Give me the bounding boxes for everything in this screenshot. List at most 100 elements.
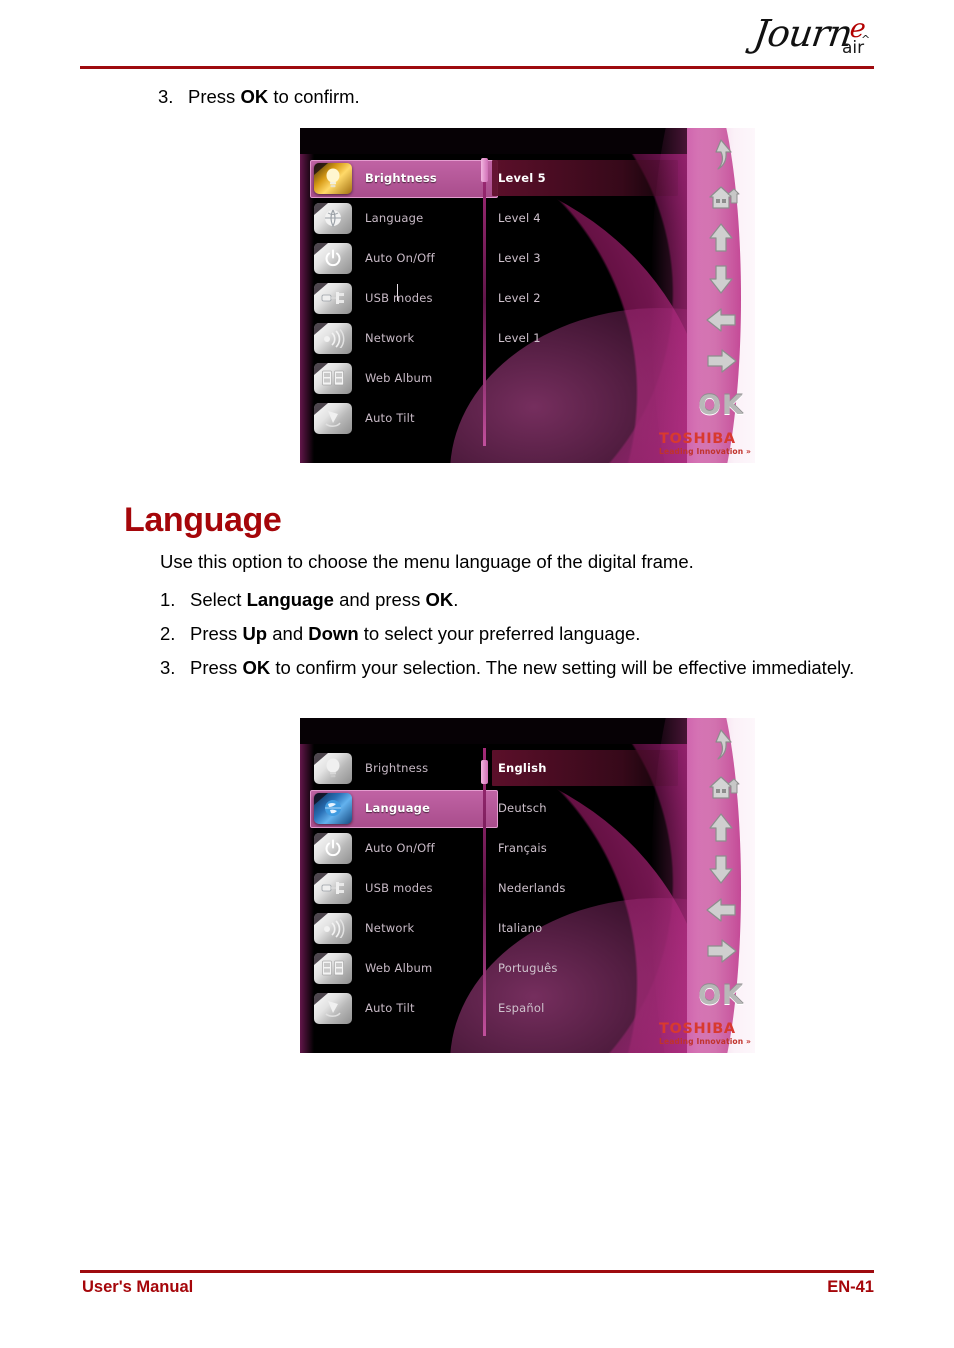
step-press-ok-confirm: 3. Press OK to confirm.: [158, 86, 360, 108]
value-item-label: Français: [498, 841, 547, 855]
menu-item-network[interactable]: Network: [308, 318, 498, 358]
ok-button-label[interactable]: OK: [698, 980, 744, 1011]
back-arrow-glyph: [715, 729, 732, 760]
menu-item-auto-on-off[interactable]: Auto On/Off: [308, 238, 498, 278]
menu-item-auto-tilt[interactable]: Auto Tilt: [308, 988, 498, 1028]
device-nav-panel: OK TOSHIBA Leading Innovation »: [651, 128, 755, 463]
icon-corner-fold: [314, 242, 328, 255]
power-icon: [314, 832, 352, 864]
up-arrow-icon[interactable]: [698, 218, 744, 258]
step-text: and press: [333, 589, 426, 610]
step-bold-down: Down: [308, 623, 359, 644]
ok-button-label[interactable]: OK: [698, 390, 744, 421]
menu-item-label: Network: [365, 331, 415, 345]
power-icon: [314, 242, 352, 274]
footer-manual-label: User's Manual: [82, 1278, 194, 1296]
value-item-label: Italiano: [498, 921, 543, 935]
globe-icon: [314, 792, 352, 824]
brand-sub-accent-mark: ^: [861, 33, 871, 46]
menu-item-network[interactable]: Network: [308, 908, 498, 948]
right-arrow-icon[interactable]: [698, 341, 744, 381]
device-menu-list: Brightness Language Auto On/Off USB mode…: [308, 748, 498, 1028]
value-item-label: English: [498, 761, 547, 775]
toshiba-wordmark: TOSHIBA: [659, 431, 736, 447]
step-2-press-up-down: 2. Press Up and Down to select your prefe…: [160, 622, 880, 645]
value-item-label: Level 2: [498, 291, 541, 305]
down-arrow-icon[interactable]: [698, 849, 744, 889]
left-arrow-icon[interactable]: [698, 890, 744, 930]
scroll-position-knob[interactable]: [481, 760, 488, 784]
icon-corner-fold: [314, 162, 328, 175]
value-item-label: Level 5: [498, 171, 546, 185]
menu-item-brightness[interactable]: Brightness: [308, 158, 498, 198]
right-arrow-icon[interactable]: [698, 931, 744, 971]
menu-item-brightness[interactable]: Brightness: [308, 748, 498, 788]
up-arrow-icon[interactable]: [698, 808, 744, 848]
back-arrow-icon[interactable]: [698, 726, 744, 766]
menu-item-label: Network: [365, 921, 415, 935]
step-text: to confirm your selection. The new setti…: [270, 657, 855, 678]
lightbulb-icon: [314, 752, 352, 784]
toshiba-tagline: Leading Innovation »: [659, 447, 751, 456]
menu-item-usb-modes[interactable]: USB modes: [308, 278, 498, 318]
home-icon[interactable]: [698, 767, 744, 807]
icon-corner-fold: [314, 752, 328, 765]
left-arrow-icon[interactable]: [698, 300, 744, 340]
header-divider-rule: [80, 66, 874, 69]
menu-item-label: Auto Tilt: [365, 1001, 415, 1015]
nav-icon-stack: OK: [687, 726, 755, 1011]
icon-corner-fold: [314, 912, 328, 925]
icon-corner-fold: [314, 872, 328, 885]
menu-item-label: Web Album: [365, 961, 433, 975]
toshiba-wordmark: TOSHIBA: [659, 1021, 736, 1037]
menu-item-web-album[interactable]: Web Album: [308, 358, 498, 398]
toshiba-logo: TOSHIBA Leading Innovation »: [659, 432, 751, 457]
step-bold-language: Language: [246, 589, 334, 610]
step-bold-ok: OK: [240, 86, 269, 107]
icon-corner-fold: [314, 792, 328, 805]
menu-item-label: Web Album: [365, 371, 433, 385]
menu-item-label: Brightness: [365, 761, 429, 775]
menu-item-auto-tilt[interactable]: Auto Tilt: [308, 398, 498, 438]
web-album-icon: [314, 952, 352, 984]
step-bold-ok: OK: [425, 589, 454, 610]
nav-icon-stack: OK: [687, 136, 755, 421]
scroll-position-knob[interactable]: [481, 158, 488, 182]
page-title-language: Language: [124, 501, 282, 539]
menu-item-language[interactable]: Language: [308, 788, 498, 828]
home-icon[interactable]: [698, 177, 744, 217]
language-step-list: 1. Select Language and press OK. 2. Press …: [160, 588, 880, 690]
globe-icon: [314, 202, 352, 234]
down-arrow-glyph: [709, 265, 733, 294]
footer-divider-rule: [80, 1270, 874, 1273]
step-text-before: Press: [188, 86, 241, 107]
value-item-label: Level 4: [498, 211, 541, 225]
menu-item-label: USB modes: [365, 291, 433, 305]
menu-item-label: Auto On/Off: [365, 841, 435, 855]
menu-item-label: Brightness: [365, 171, 437, 185]
device-menu-list: Brightness Language Auto On/Off USB mode…: [308, 158, 498, 438]
step-number: 3.: [158, 86, 174, 107]
left-arrow-glyph: [706, 898, 736, 922]
usb-icon: [314, 282, 352, 314]
menu-item-auto-on-off[interactable]: Auto On/Off: [308, 828, 498, 868]
toshiba-logo: TOSHIBA Leading Innovation »: [659, 1022, 751, 1047]
menu-item-usb-modes[interactable]: USB modes: [308, 868, 498, 908]
right-arrow-glyph: [707, 939, 737, 963]
device-screen-canvas: Brightness Language Auto On/Off USB mode…: [300, 128, 755, 463]
auto-tilt-icon: [314, 402, 352, 434]
menu-item-language[interactable]: Language: [308, 198, 498, 238]
value-item-label: Nederlands: [498, 881, 566, 895]
step-text: Press: [190, 657, 243, 678]
lightbulb-icon: [314, 162, 352, 194]
step-text: and: [267, 623, 309, 644]
step-text-after: to confirm.: [268, 86, 360, 107]
step-text: Press: [190, 623, 243, 644]
icon-corner-fold: [314, 322, 328, 335]
back-arrow-icon[interactable]: [698, 136, 744, 176]
step-number: 1.: [160, 589, 176, 610]
toshiba-tagline: Leading Innovation »: [659, 1037, 751, 1046]
menu-item-web-album[interactable]: Web Album: [308, 948, 498, 988]
down-arrow-icon[interactable]: [698, 259, 744, 299]
menu-item-label: Auto On/Off: [365, 251, 435, 265]
